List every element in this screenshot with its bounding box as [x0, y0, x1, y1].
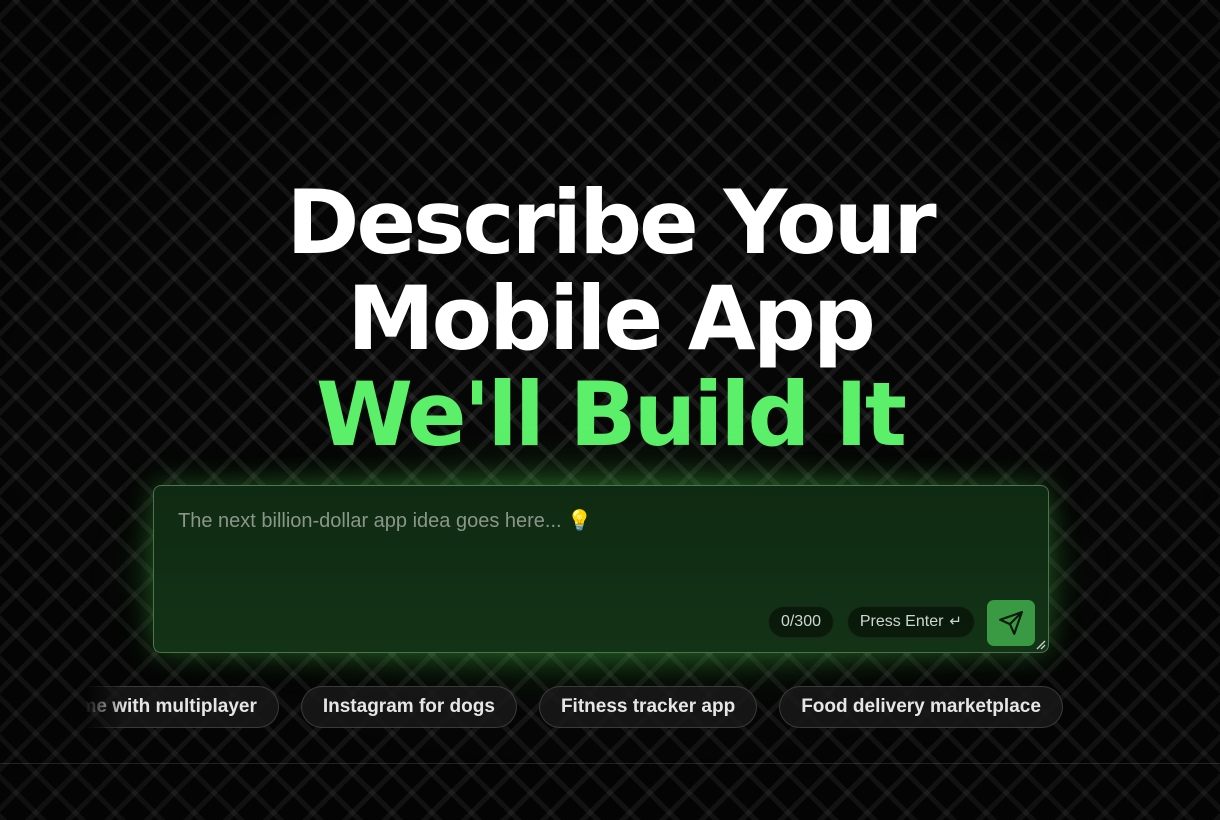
hero-title-line-1: Describe Your [286, 171, 936, 274]
suggestion-carousel: Chess game with multiplayer Instagram fo… [85, 686, 1117, 730]
press-enter-hint: Press Enter ↵ [846, 606, 975, 638]
hero-heading: Describe Your Mobile App We'll Build It [0, 175, 1220, 463]
resize-handle-icon[interactable] [1034, 638, 1046, 650]
suggestion-chip-food-delivery[interactable]: Food delivery marketplace [779, 686, 1063, 728]
hero-title-line-2: Mobile App [347, 267, 876, 370]
hero-title-accent-line: We'll Build It [315, 363, 907, 466]
enter-key-icon: ↵ [949, 613, 962, 630]
app-idea-input[interactable] [174, 504, 1032, 602]
prompt-box: 0/300 Press Enter ↵ [153, 485, 1049, 653]
press-enter-label: Press Enter [859, 613, 944, 630]
character-counter: 0/300 [767, 606, 834, 638]
suggestion-chip-instagram-for-dogs[interactable]: Instagram for dogs [300, 686, 517, 728]
suggestion-chip-fitness-tracker[interactable]: Fitness tracker app [538, 686, 758, 728]
suggestion-track: Chess game with multiplayer Instagram fo… [85, 686, 1063, 728]
send-icon [999, 611, 1023, 635]
section-divider [0, 763, 1220, 764]
suggestion-chip-chess-game[interactable]: Chess game with multiplayer [85, 686, 279, 728]
send-button[interactable] [987, 600, 1035, 646]
